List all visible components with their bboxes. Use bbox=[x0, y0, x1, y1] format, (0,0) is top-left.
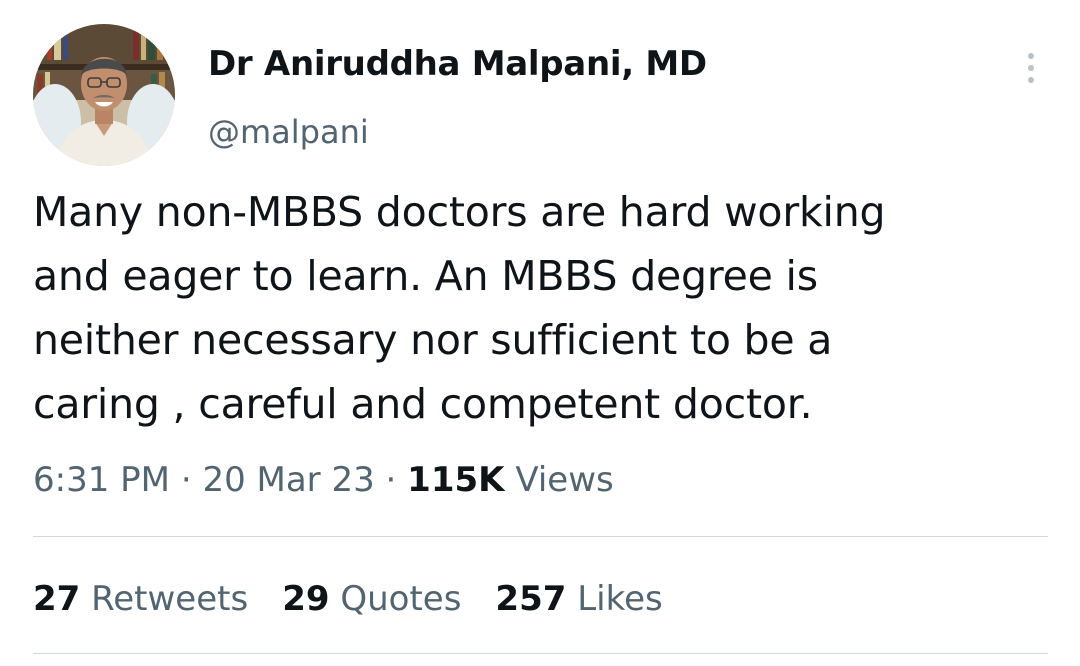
author-display-name[interactable]: Dr Aniruddha Malpani, MD bbox=[208, 42, 707, 86]
author-names: Dr Aniruddha Malpani, MD @malpani bbox=[208, 42, 707, 152]
quotes-count: 29 bbox=[282, 579, 330, 619]
engagement-stats: 27 Retweets 29 Quotes 257 Likes bbox=[33, 575, 697, 623]
retweets-label: Retweets bbox=[91, 579, 249, 619]
quotes-label: Quotes bbox=[340, 579, 462, 619]
divider bbox=[33, 653, 1048, 654]
tweet-date[interactable]: 20 Mar 23 bbox=[202, 460, 374, 500]
divider bbox=[33, 536, 1048, 537]
tweet-text: Many non-MBBS doctors are hard working a… bbox=[33, 180, 1033, 436]
views-label: Views bbox=[515, 460, 614, 500]
likes-label: Likes bbox=[577, 579, 663, 619]
meta-separator: · bbox=[385, 460, 397, 500]
tweet-time[interactable]: 6:31 PM bbox=[33, 460, 170, 500]
tweet-header: Dr Aniruddha Malpani, MD @malpani bbox=[33, 24, 1048, 166]
quotes-stat[interactable]: 29 Quotes bbox=[282, 575, 461, 623]
likes-stat[interactable]: 257 Likes bbox=[495, 575, 662, 623]
retweets-stat[interactable]: 27 Retweets bbox=[33, 575, 248, 623]
tweet-text-line: and eager to learn. An MBBS degree is bbox=[33, 252, 818, 300]
tweet-text-line: Many non-MBBS doctors are hard working bbox=[33, 188, 886, 236]
retweets-count: 27 bbox=[33, 579, 81, 619]
tweet-text-line: caring , careful and competent doctor. bbox=[33, 380, 813, 428]
more-options-button[interactable] bbox=[1011, 46, 1051, 90]
avatar[interactable] bbox=[33, 24, 175, 166]
tweet-card: Dr Aniruddha Malpani, MD @malpani Many n… bbox=[0, 0, 1080, 666]
avatar-image bbox=[33, 24, 175, 166]
meta-separator: · bbox=[180, 460, 192, 500]
tweet-meta: 6:31 PM · 20 Mar 23 · 115K Views bbox=[33, 456, 614, 504]
author-handle[interactable]: @malpani bbox=[208, 112, 707, 152]
views-count: 115K bbox=[407, 460, 505, 500]
tweet-text-line: neither necessary nor sufficient to be a bbox=[33, 316, 833, 364]
likes-count: 257 bbox=[495, 579, 567, 619]
more-vertical-icon bbox=[1028, 53, 1034, 83]
